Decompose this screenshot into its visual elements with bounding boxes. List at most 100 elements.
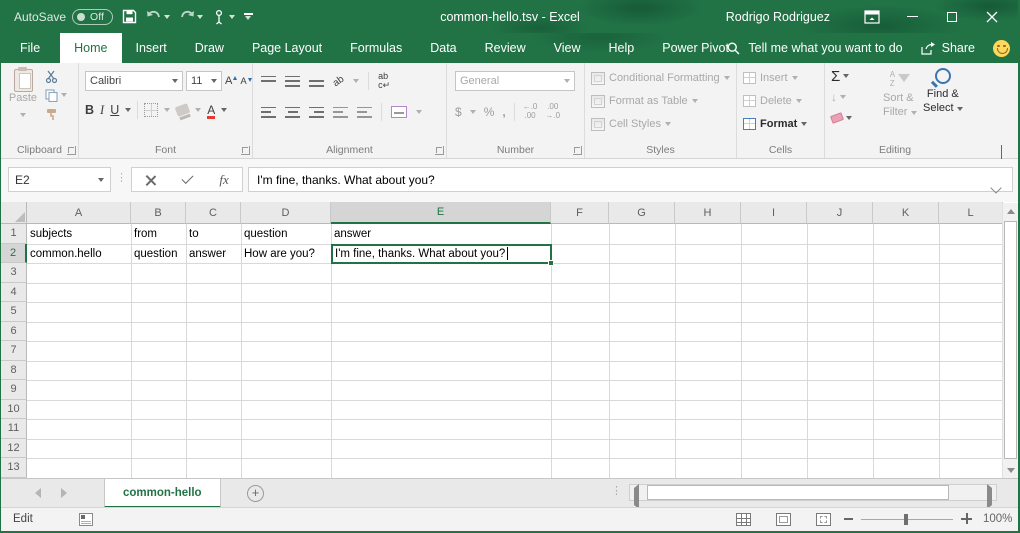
- format-painter-button[interactable]: [45, 107, 67, 121]
- borders-icon[interactable]: [144, 103, 158, 117]
- save-icon[interactable]: [122, 9, 137, 24]
- cell-B2[interactable]: question: [131, 244, 187, 265]
- ribbon-tab-insert[interactable]: Insert: [122, 33, 181, 63]
- autosum-button[interactable]: Σ: [831, 68, 852, 84]
- previous-sheet-icon[interactable]: [35, 488, 41, 498]
- italic-button[interactable]: I: [100, 103, 104, 118]
- paste-dropdown-icon[interactable]: [20, 113, 26, 117]
- undo-dropdown-icon[interactable]: [164, 15, 170, 19]
- insert-cells-button[interactable]: Insert: [743, 70, 798, 86]
- number-format-dropdown-icon[interactable]: [564, 79, 570, 83]
- horizontal-scrollbar[interactable]: [629, 484, 997, 501]
- copy-dropdown-icon[interactable]: [61, 93, 67, 97]
- underline-button[interactable]: U: [110, 103, 119, 117]
- underline-dropdown-icon[interactable]: [125, 108, 131, 112]
- new-sheet-icon[interactable]: +: [247, 485, 264, 502]
- name-box-dropdown-icon[interactable]: [98, 178, 104, 182]
- merge-center-dropdown-icon[interactable]: [416, 110, 422, 114]
- collapse-ribbon-icon[interactable]: [1001, 146, 1010, 152]
- column-header-C[interactable]: C: [186, 202, 241, 224]
- column-header-A[interactable]: A: [27, 202, 131, 224]
- name-box[interactable]: E2: [8, 167, 111, 192]
- formula-bar-separator[interactable]: ⋮: [116, 171, 128, 184]
- middle-align-button[interactable]: [285, 76, 300, 87]
- accounting-dropdown-icon[interactable]: [470, 110, 476, 114]
- vertical-scrollbar-thumb[interactable]: [1004, 221, 1017, 459]
- next-sheet-icon[interactable]: [61, 488, 67, 498]
- font-size-dropdown-icon[interactable]: [211, 79, 217, 83]
- scroll-down-icon[interactable]: [1003, 462, 1019, 478]
- scroll-up-icon[interactable]: [1003, 203, 1019, 219]
- clear-button[interactable]: [831, 110, 852, 126]
- font-color-dropdown-icon[interactable]: [221, 108, 227, 112]
- clipboard-dialog-launcher-icon[interactable]: [67, 146, 76, 155]
- row-header-1[interactable]: 1: [1, 224, 27, 244]
- zoom-in-icon[interactable]: [961, 513, 972, 524]
- row-header-9[interactable]: 9: [1, 380, 27, 400]
- column-header-K[interactable]: K: [873, 202, 939, 224]
- ribbon-tab-data[interactable]: Data: [416, 33, 470, 63]
- ribbon-tab-help[interactable]: Help: [595, 33, 649, 63]
- font-size-combo[interactable]: 11: [186, 71, 222, 91]
- share-button[interactable]: Share: [921, 41, 975, 55]
- comma-style-button[interactable]: ,: [502, 105, 505, 119]
- column-header-L[interactable]: L: [939, 202, 1003, 224]
- ribbon-tab-file[interactable]: File: [0, 33, 60, 63]
- ribbon-tab-draw[interactable]: Draw: [181, 33, 238, 63]
- copy-button[interactable]: [45, 88, 67, 102]
- vertical-scrollbar[interactable]: [1002, 203, 1018, 478]
- find-select-button[interactable]: Find &Select: [923, 68, 963, 116]
- number-dialog-launcher-icon[interactable]: [573, 146, 582, 155]
- macro-record-icon[interactable]: [79, 513, 93, 526]
- user-name[interactable]: Rodrigo Rodriguez: [726, 10, 830, 24]
- row-header-12[interactable]: 12: [1, 439, 27, 459]
- tabstrip-resize-handle[interactable]: ⋮: [611, 484, 622, 497]
- column-header-F[interactable]: F: [551, 202, 609, 224]
- insert-function-icon[interactable]: fx: [219, 172, 228, 188]
- alignment-dialog-launcher-icon[interactable]: [435, 146, 444, 155]
- decrease-decimal-button[interactable]: .00→.0: [545, 103, 560, 121]
- ribbon-tab-home[interactable]: Home: [60, 33, 121, 63]
- percent-style-button[interactable]: %: [484, 105, 495, 119]
- undo-button[interactable]: [146, 10, 170, 23]
- cell-C1[interactable]: to: [186, 224, 242, 245]
- fill-button[interactable]: ↓: [831, 89, 852, 105]
- cell-styles-button[interactable]: Cell Styles: [591, 116, 671, 132]
- horizontal-scrollbar-thumb[interactable]: [647, 485, 949, 500]
- wrap-text-button[interactable]: abc↵: [378, 72, 390, 90]
- decrease-indent-button[interactable]: [333, 107, 348, 118]
- ribbon-tab-page-layout[interactable]: Page Layout: [238, 33, 336, 63]
- accounting-format-button[interactable]: $: [455, 105, 462, 119]
- bottom-align-button[interactable]: [309, 76, 324, 87]
- autosave-toggle-icon[interactable]: Off: [72, 9, 113, 25]
- row-header-2[interactable]: 2: [1, 244, 27, 264]
- decrease-font-size-button[interactable]: A: [240, 76, 251, 87]
- scroll-left-icon[interactable]: [634, 488, 639, 506]
- fill-color-icon[interactable]: [175, 103, 191, 117]
- ribbon-tab-review[interactable]: Review: [471, 33, 540, 63]
- row-header-3[interactable]: 3: [1, 263, 27, 283]
- font-color-button[interactable]: A: [207, 103, 215, 117]
- conditional-formatting-button[interactable]: Conditional Formatting: [591, 70, 730, 86]
- expand-formula-bar-icon[interactable]: [990, 182, 1001, 193]
- close-icon[interactable]: [972, 0, 1012, 33]
- feedback-smiley-icon[interactable]: [993, 40, 1010, 57]
- fill-handle[interactable]: [548, 260, 554, 266]
- autosave-control[interactable]: AutoSave Off: [14, 9, 113, 25]
- increase-indent-button[interactable]: [357, 107, 372, 118]
- scroll-right-icon[interactable]: [987, 488, 992, 506]
- row-header-4[interactable]: 4: [1, 283, 27, 303]
- redo-dropdown-icon[interactable]: [197, 15, 203, 19]
- column-header-I[interactable]: I: [741, 202, 807, 224]
- font-dialog-launcher-icon[interactable]: [241, 146, 250, 155]
- delete-cells-button[interactable]: Delete: [743, 93, 802, 109]
- redo-button[interactable]: [179, 10, 203, 23]
- cut-button[interactable]: [45, 69, 67, 83]
- minimize-icon[interactable]: [892, 0, 932, 33]
- cell-E1[interactable]: answer: [331, 224, 552, 245]
- top-align-button[interactable]: [261, 76, 276, 87]
- format-cells-button[interactable]: Format: [743, 116, 807, 132]
- sort-filter-button[interactable]: AZ Sort &Filter: [883, 71, 917, 120]
- row-header-6[interactable]: 6: [1, 322, 27, 342]
- column-header-E[interactable]: E: [331, 202, 551, 224]
